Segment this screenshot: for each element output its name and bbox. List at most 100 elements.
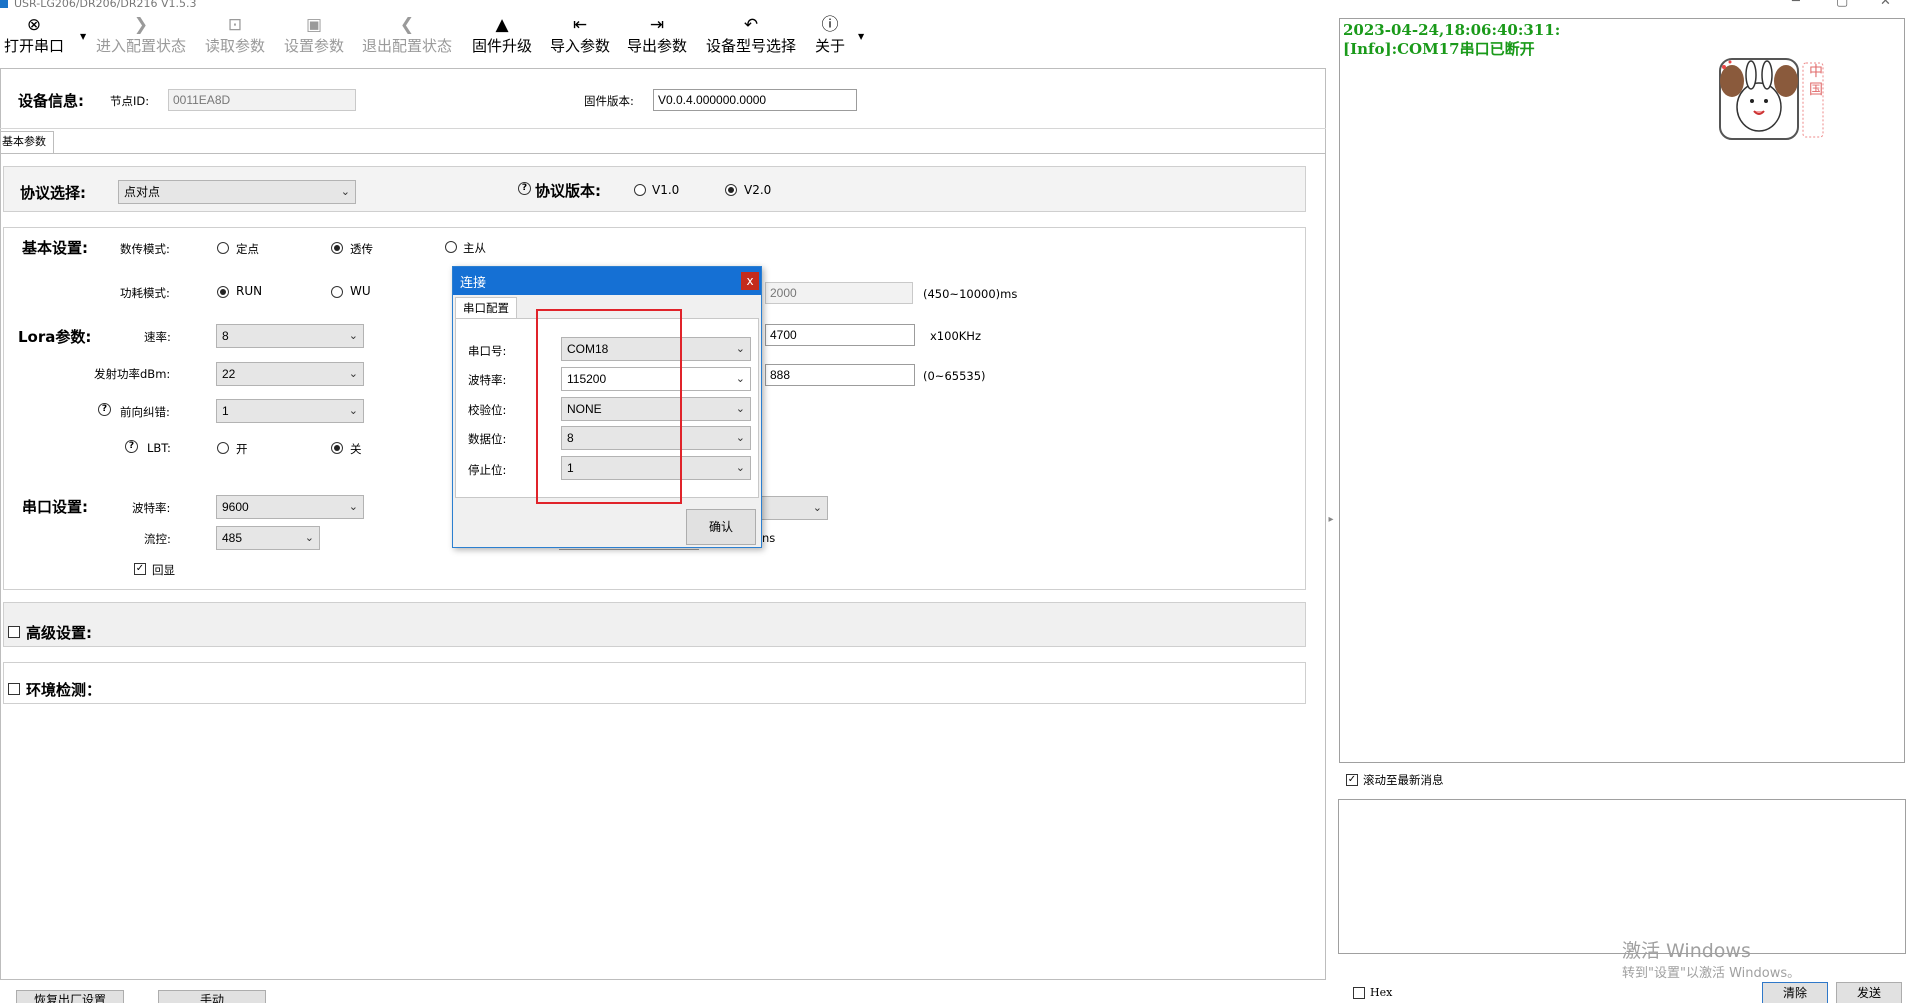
confirm-button[interactable]: 确认 — [686, 509, 756, 545]
stop-bits-label: 停止位: — [468, 463, 507, 477]
rate-label: 速率: — [144, 330, 171, 344]
firmware-upgrade-button[interactable]: ▲ 固件升级 — [472, 14, 532, 56]
open-port-button[interactable]: ⊗ 打开串口 — [4, 14, 64, 56]
close-icon: x — [746, 274, 754, 288]
read-params-button[interactable]: ⊡ 读取参数 — [205, 14, 265, 56]
radio-v1[interactable] — [634, 184, 646, 196]
radio-lbt-on-label: 开 — [236, 442, 248, 456]
radio-power-run[interactable] — [217, 286, 229, 298]
fec-select[interactable]: 1 ⌄ — [216, 399, 364, 423]
radio-power-run-label: RUN — [236, 284, 263, 298]
serial-baud-label: 波特率: — [132, 501, 171, 515]
hex-label: Hex — [1370, 986, 1393, 999]
send-input[interactable] — [1338, 799, 1906, 954]
address-range: (0~65535) — [923, 369, 986, 383]
log-line-message: [Info]:COM17串口已断开 — [1343, 40, 1535, 58]
send-button[interactable]: 发送 — [1836, 982, 1902, 1003]
highlight-annotation — [536, 309, 682, 504]
log-line-timestamp: 2023-04-24,18:06:40:311: — [1343, 21, 1561, 39]
rocket-icon: ▲ — [495, 15, 509, 35]
radio-v2[interactable] — [725, 184, 737, 196]
flow-control-select[interactable]: 485 ⌄ — [216, 526, 320, 550]
tx-power-label: 发射功率dBm: — [94, 367, 171, 381]
tab-basic-params[interactable]: 基本参数 — [0, 131, 54, 153]
env-section — [3, 662, 1306, 704]
manual-button[interactable]: 手动 — [158, 990, 266, 1003]
wake-interval-field[interactable]: 2000 — [765, 282, 913, 304]
log-panel[interactable]: 2023-04-24,18:06:40:311: [Info]:COM17串口已… — [1339, 18, 1905, 763]
radio-mode-master-slave[interactable] — [445, 241, 457, 253]
flow-control-label: 流控: — [144, 532, 171, 546]
radio-mode-fixed[interactable] — [217, 242, 229, 254]
help-icon[interactable]: ? — [98, 403, 111, 416]
export-params-button[interactable]: ⇥ 导出参数 — [627, 14, 687, 56]
frequency-unit: x100KHz — [930, 329, 981, 343]
activate-windows-hint: 转到"设置"以激活 Windows。 — [1622, 966, 1801, 981]
activate-windows-watermark: 激活 Windows — [1622, 940, 1751, 962]
chevron-down-icon: ⌄ — [304, 532, 314, 544]
advanced-section — [3, 602, 1306, 647]
fec-label: 前向纠错: — [120, 405, 170, 419]
rate-select[interactable]: 8 ⌄ — [216, 324, 364, 348]
about-dropdown-icon[interactable]: ▼ — [858, 32, 864, 41]
env-checkbox[interactable] — [8, 683, 20, 695]
node-id-label: 节点ID: — [110, 94, 150, 108]
close-icon[interactable]: ✕ — [1880, 0, 1891, 9]
device-model-button[interactable]: ↶ 设备型号选择 — [706, 14, 796, 56]
import-icon: ⇤ — [572, 15, 588, 35]
advanced-checkbox[interactable] — [8, 626, 20, 638]
transfer-mode-label: 数传模式: — [120, 242, 170, 256]
echo-label: 回显 — [152, 563, 175, 577]
chevron-down-icon: ⌄ — [735, 343, 745, 355]
firmware-version-field[interactable]: V0.0.4.000000.0000 — [653, 89, 857, 111]
help-icon[interactable]: ? — [518, 182, 531, 195]
autoscroll-checkbox[interactable]: ✓ — [1346, 774, 1358, 786]
chevron-down-icon: ⌄ — [348, 501, 358, 513]
clear-button[interactable]: 清除 — [1762, 982, 1828, 1003]
data-bits-label: 数据位: — [468, 432, 507, 446]
echo-checkbox[interactable]: ✓ — [134, 563, 146, 575]
dialog-baud-label: 波特率: — [468, 373, 507, 387]
splitter-handle[interactable]: ▸ — [1327, 485, 1335, 555]
parity-label: 校验位: — [468, 403, 507, 417]
address-field[interactable]: 888 — [765, 364, 915, 386]
dialog-title-bar: 连接 x — [453, 267, 761, 295]
radio-mode-master-slave-label: 主从 — [463, 241, 486, 255]
node-id-field[interactable]: 0011EA8D — [168, 89, 356, 111]
firmware-version-label: 固件版本: — [584, 94, 634, 108]
chevron-down-icon: ⌄ — [735, 432, 745, 444]
tx-power-select[interactable]: 22 ⌄ — [216, 362, 364, 386]
hidden-field[interactable] — [559, 548, 699, 550]
exit-config-button[interactable]: ❮ 退出配置状态 — [362, 14, 452, 56]
maximize-icon[interactable]: ▢ — [1836, 0, 1848, 9]
hidden-select[interactable]: ⌄ — [752, 496, 828, 520]
serial-baud-select[interactable]: 9600 ⌄ — [216, 495, 364, 519]
protocol-select[interactable]: 点对点 ⌄ — [118, 180, 356, 204]
help-icon[interactable]: ? — [125, 440, 138, 453]
sticker-stamp-text: 中国 — [1809, 64, 1823, 98]
tab-serial-config[interactable]: 串口配置 — [455, 297, 517, 319]
restore-defaults-button[interactable]: 恢复出厂设置 — [16, 990, 124, 1003]
radio-mode-transparent[interactable] — [331, 242, 343, 254]
radio-power-wu[interactable] — [331, 286, 343, 298]
partial-suffix: ns — [762, 531, 776, 545]
read-icon: ⊡ — [227, 15, 243, 35]
minimize-icon[interactable]: ─ — [1792, 0, 1800, 9]
advanced-label: 高级设置: — [26, 624, 92, 642]
radio-mode-transparent-label: 透传 — [350, 242, 373, 256]
import-params-button[interactable]: ⇤ 导入参数 — [550, 14, 610, 56]
radio-v1-label: V1.0 — [652, 183, 680, 197]
serial-settings-label: 串口设置: — [22, 498, 88, 516]
set-params-button[interactable]: ▣ 设置参数 — [284, 14, 344, 56]
radio-lbt-off[interactable] — [331, 442, 343, 454]
radio-mode-fixed-label: 定点 — [236, 242, 259, 256]
about-button[interactable]: ⓘ 关于 — [815, 14, 845, 56]
radio-lbt-on[interactable] — [217, 442, 229, 454]
enter-config-button[interactable]: ❯ 进入配置状态 — [96, 14, 186, 56]
hex-checkbox[interactable] — [1353, 987, 1365, 999]
chevron-down-icon: ⌄ — [735, 403, 745, 415]
frequency-field[interactable]: 4700 — [765, 324, 915, 346]
dialog-close-button[interactable]: x — [741, 272, 759, 290]
open-port-dropdown-icon[interactable]: ▼ — [80, 32, 86, 41]
dialog-title: 连接 — [460, 276, 487, 291]
